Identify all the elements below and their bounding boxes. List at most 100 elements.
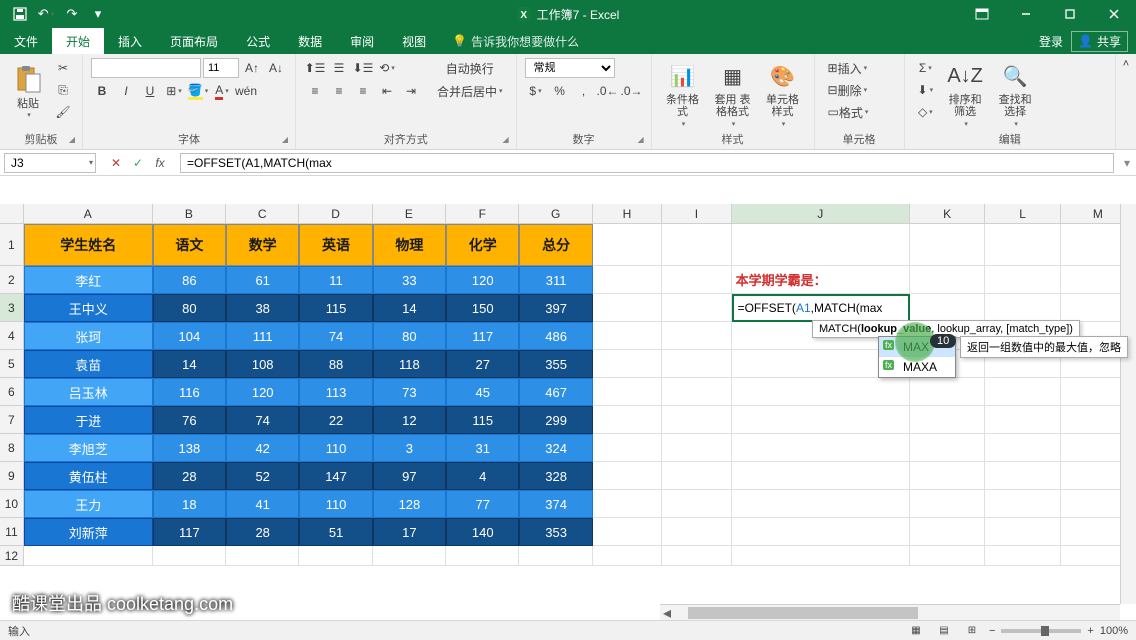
save-button[interactable] bbox=[8, 2, 32, 26]
cell[interactable]: 116 bbox=[153, 378, 226, 406]
merge-center-button[interactable]: 合并后居中▾ bbox=[432, 81, 508, 101]
number-launcher[interactable]: ◢ bbox=[635, 135, 647, 147]
cell[interactable] bbox=[593, 462, 662, 490]
cell[interactable] bbox=[662, 266, 731, 294]
cell[interactable]: 74 bbox=[299, 322, 372, 350]
cell[interactable] bbox=[446, 546, 519, 566]
column-header-C[interactable]: C bbox=[226, 204, 299, 223]
cell[interactable]: 38 bbox=[226, 294, 299, 322]
cell[interactable]: 117 bbox=[446, 322, 519, 350]
cell[interactable] bbox=[662, 490, 731, 518]
cell[interactable] bbox=[662, 378, 731, 406]
cell[interactable]: 80 bbox=[373, 322, 446, 350]
cell[interactable] bbox=[910, 462, 985, 490]
zoom-slider[interactable] bbox=[1001, 629, 1081, 633]
cell[interactable]: 110 bbox=[299, 490, 372, 518]
cell[interactable] bbox=[985, 266, 1060, 294]
cell[interactable] bbox=[985, 406, 1060, 434]
cell[interactable] bbox=[593, 266, 662, 294]
qat-customize[interactable]: ▾ bbox=[86, 2, 110, 26]
minimize-button[interactable] bbox=[1004, 0, 1048, 28]
cell[interactable]: 黄伍柱 bbox=[24, 462, 153, 490]
decrease-decimal-button[interactable]: .0→ bbox=[621, 81, 643, 101]
cell[interactable] bbox=[732, 224, 910, 266]
accounting-format-button[interactable]: $▾ bbox=[525, 81, 547, 101]
cell[interactable]: 4 bbox=[446, 462, 519, 490]
cell[interactable] bbox=[732, 378, 910, 406]
cell[interactable] bbox=[732, 518, 910, 546]
tab-data[interactable]: 数据 bbox=[284, 28, 336, 54]
zoom-level[interactable]: 100% bbox=[1100, 625, 1128, 637]
cell[interactable]: 28 bbox=[226, 518, 299, 546]
cell[interactable] bbox=[593, 434, 662, 462]
row-header-8[interactable]: 8 bbox=[0, 434, 24, 462]
cell[interactable]: 328 bbox=[519, 462, 592, 490]
cell[interactable]: 147 bbox=[299, 462, 372, 490]
cell[interactable]: 88 bbox=[299, 350, 372, 378]
cell[interactable]: 374 bbox=[519, 490, 592, 518]
cell[interactable]: 117 bbox=[153, 518, 226, 546]
column-header-I[interactable]: I bbox=[662, 204, 731, 223]
align-left-button[interactable]: ≡ bbox=[304, 81, 326, 101]
cell[interactable]: 31 bbox=[446, 434, 519, 462]
underline-button[interactable]: U bbox=[139, 81, 161, 101]
cell[interactable]: 76 bbox=[153, 406, 226, 434]
align-middle-button[interactable]: ☰ bbox=[328, 58, 350, 78]
cell[interactable]: 324 bbox=[519, 434, 592, 462]
cell[interactable]: 115 bbox=[299, 294, 372, 322]
clipboard-launcher[interactable]: ◢ bbox=[66, 135, 78, 147]
cell[interactable]: 王力 bbox=[24, 490, 153, 518]
undo-button[interactable]: ↶▾ bbox=[34, 2, 58, 26]
paste-button[interactable]: 粘贴▾ bbox=[8, 58, 48, 124]
bold-button[interactable]: B bbox=[91, 81, 113, 101]
cell[interactable]: 22 bbox=[299, 406, 372, 434]
cell[interactable] bbox=[662, 406, 731, 434]
insert-function-button[interactable]: fx bbox=[150, 156, 170, 170]
cell[interactable]: 17 bbox=[373, 518, 446, 546]
increase-font-button[interactable]: A↑ bbox=[241, 58, 263, 78]
page-layout-view-button[interactable]: ▤ bbox=[933, 623, 955, 639]
maximize-button[interactable] bbox=[1048, 0, 1092, 28]
cell[interactable] bbox=[985, 434, 1060, 462]
cell[interactable]: 118 bbox=[373, 350, 446, 378]
cell[interactable]: 袁苗 bbox=[24, 350, 153, 378]
column-header-L[interactable]: L bbox=[985, 204, 1060, 223]
ribbon-options-button[interactable] bbox=[960, 0, 1004, 28]
cell[interactable] bbox=[732, 434, 910, 462]
fill-color-button[interactable]: 🪣▾ bbox=[187, 81, 209, 101]
orientation-button[interactable]: ⟲▾ bbox=[376, 58, 398, 78]
tell-me[interactable]: 💡告诉我你想要做什么 bbox=[440, 28, 591, 54]
cell[interactable]: 74 bbox=[226, 406, 299, 434]
tab-home[interactable]: 开始 bbox=[52, 28, 104, 54]
cell[interactable]: 299 bbox=[519, 406, 592, 434]
fill-button[interactable]: ⬇ ▾ bbox=[913, 80, 939, 100]
font-launcher[interactable]: ◢ bbox=[279, 135, 291, 147]
column-header-B[interactable]: B bbox=[153, 204, 226, 223]
row-header-2[interactable]: 2 bbox=[0, 266, 24, 294]
increase-decimal-button[interactable]: .0← bbox=[597, 81, 619, 101]
cell[interactable] bbox=[732, 406, 910, 434]
cancel-formula-button[interactable]: ✕ bbox=[106, 156, 126, 170]
column-header-E[interactable]: E bbox=[373, 204, 446, 223]
italic-button[interactable]: I bbox=[115, 81, 137, 101]
row-header-3[interactable]: 3 bbox=[0, 294, 24, 322]
cell[interactable] bbox=[593, 322, 662, 350]
row-header-5[interactable]: 5 bbox=[0, 350, 24, 378]
zoom-out-button[interactable]: − bbox=[989, 625, 995, 637]
format-painter-button[interactable]: 🖌 bbox=[52, 102, 74, 122]
cell[interactable] bbox=[732, 490, 910, 518]
cell[interactable]: 140 bbox=[446, 518, 519, 546]
cell[interactable] bbox=[910, 294, 985, 322]
cell[interactable]: 120 bbox=[226, 378, 299, 406]
border-button[interactable]: ⊞▾ bbox=[163, 81, 185, 101]
increase-indent-button[interactable]: ⇥ bbox=[400, 81, 422, 101]
align-center-button[interactable]: ≡ bbox=[328, 81, 350, 101]
cut-button[interactable]: ✂ bbox=[52, 58, 74, 78]
cell[interactable]: 45 bbox=[446, 378, 519, 406]
select-all-corner[interactable] bbox=[0, 204, 24, 223]
cell[interactable]: 128 bbox=[373, 490, 446, 518]
cell[interactable]: 物理 bbox=[373, 224, 446, 266]
cell[interactable]: 化学 bbox=[446, 224, 519, 266]
cell[interactable]: 数学 bbox=[226, 224, 299, 266]
cell[interactable]: 英语 bbox=[299, 224, 372, 266]
